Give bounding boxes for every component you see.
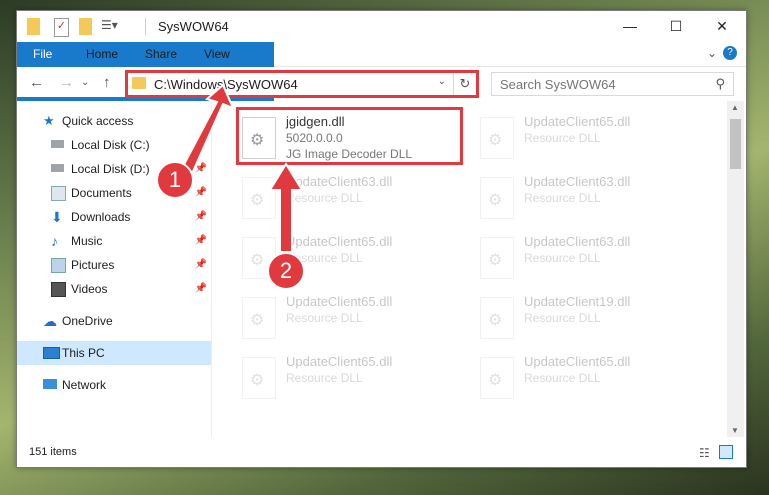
step-1-badge: 1 (156, 161, 194, 199)
annotation-arrows (178, 83, 304, 253)
arrow-to-file (268, 162, 304, 253)
step-2-badge: 2 (267, 252, 305, 290)
arrow-to-address (178, 83, 235, 178)
